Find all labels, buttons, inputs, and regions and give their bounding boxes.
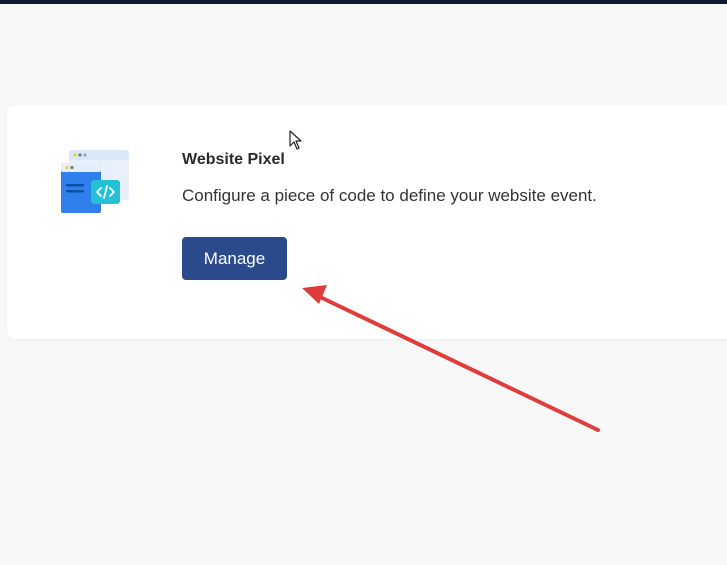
arrow-cursor-icon xyxy=(289,130,302,150)
card-title: Website Pixel xyxy=(182,151,285,168)
manage-button[interactable]: Manage xyxy=(182,237,287,280)
website-pixel-card: Website Pixel Configure a piece of code … xyxy=(7,105,727,339)
card-description: Configure a piece of code to define your… xyxy=(182,186,597,205)
top-navigation-bar xyxy=(0,0,727,4)
website-pixel-code-icon xyxy=(59,150,131,216)
